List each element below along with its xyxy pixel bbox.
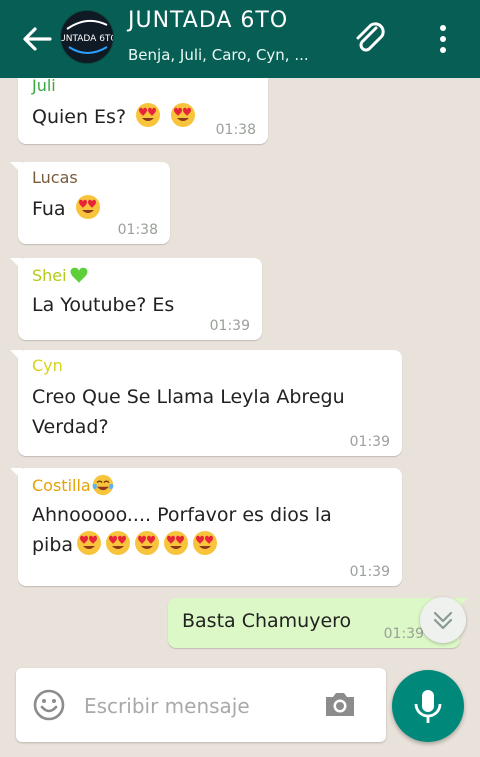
message-bubble[interactable]: Lucas Fua 01:38 <box>10 162 170 244</box>
group-avatar[interactable]: JUNTADA 6TO <box>60 10 114 64</box>
sender-name: Cyn <box>32 356 63 375</box>
heart-eyes-emoji-icon <box>164 531 189 555</box>
heart-eyes-emoji-icon <box>106 531 131 555</box>
outgoing-message-bubble[interactable]: Basta Chamuyero 01:39 <box>168 598 468 648</box>
message-bubble[interactable]: Juli Quien Es? 01:38 <box>18 78 268 144</box>
chat-header: JUNTADA 6TO JUNTADA 6TO Benja, Juli, Car… <box>0 0 480 78</box>
message-time: 01:39 <box>209 318 250 334</box>
heart-eyes-emoji-icon <box>136 103 161 127</box>
sender-name: Juli <box>32 78 56 95</box>
heart-eyes-emoji-icon <box>77 531 102 555</box>
sender-name: Costilla <box>32 476 91 495</box>
record-voice-button[interactable] <box>392 670 464 742</box>
attach-clip-icon[interactable] <box>352 18 388 58</box>
camera-icon[interactable] <box>322 686 358 722</box>
bubble-tail <box>10 162 22 174</box>
message-time: 01:38 <box>117 222 158 238</box>
heart-eyes-emoji-icon <box>135 531 160 555</box>
composer-bar <box>16 668 386 742</box>
heart-eyes-emoji-icon <box>193 531 218 555</box>
message-text: Creo Que Se Llama Leyla Abregu Verdad? <box>32 386 345 438</box>
message-text-line: piba <box>32 534 74 556</box>
green-heart-emoji-icon <box>70 267 88 284</box>
sender-name: Shei <box>32 266 67 285</box>
avatar-lettering: JUNTADA 6TO <box>61 34 113 44</box>
mic-icon <box>414 690 442 723</box>
group-title[interactable]: JUNTADA 6TO <box>128 8 288 33</box>
message-text: Quien Es? <box>32 106 127 128</box>
more-vert-icon[interactable] <box>432 22 454 56</box>
message-bubble[interactable]: Costilla Ahnooooo.... Porfavor es dios l… <box>10 468 402 586</box>
message-text: La Youtube? Es <box>32 294 175 316</box>
bubble-tail <box>10 468 22 480</box>
message-input[interactable] <box>82 686 314 726</box>
scroll-down-button[interactable] <box>420 597 466 643</box>
message-time: 01:39 <box>383 626 424 642</box>
message-text: Fua <box>32 198 66 220</box>
message-bubble[interactable]: Cyn Creo Que Se Llama Leyla Abregu Verda… <box>10 350 402 456</box>
message-time: 01:38 <box>215 122 256 138</box>
bubble-tail <box>10 258 22 270</box>
message-time: 01:39 <box>349 434 390 450</box>
heart-eyes-emoji-icon <box>171 103 196 127</box>
message-bubble[interactable]: Shei La Youtube? Es 01:39 <box>10 258 262 340</box>
heart-eyes-emoji-icon <box>75 195 100 219</box>
tears-of-joy-emoji-icon <box>91 474 114 496</box>
bubble-tail <box>10 350 22 362</box>
sender-name: Lucas <box>32 168 78 187</box>
back-arrow-icon[interactable] <box>20 22 54 56</box>
message-list[interactable]: Juli Quien Es? 01:38 Lucas Fua 01:38 She… <box>0 78 480 665</box>
message-time: 01:39 <box>349 564 390 580</box>
smiley-icon[interactable] <box>32 688 66 722</box>
message-text-line: Ahnooooo.... Porfavor es dios la <box>32 504 332 526</box>
scroll-down-icon <box>433 611 453 630</box>
group-members[interactable]: Benja, Juli, Caro, Cyn, ... <box>128 46 333 64</box>
